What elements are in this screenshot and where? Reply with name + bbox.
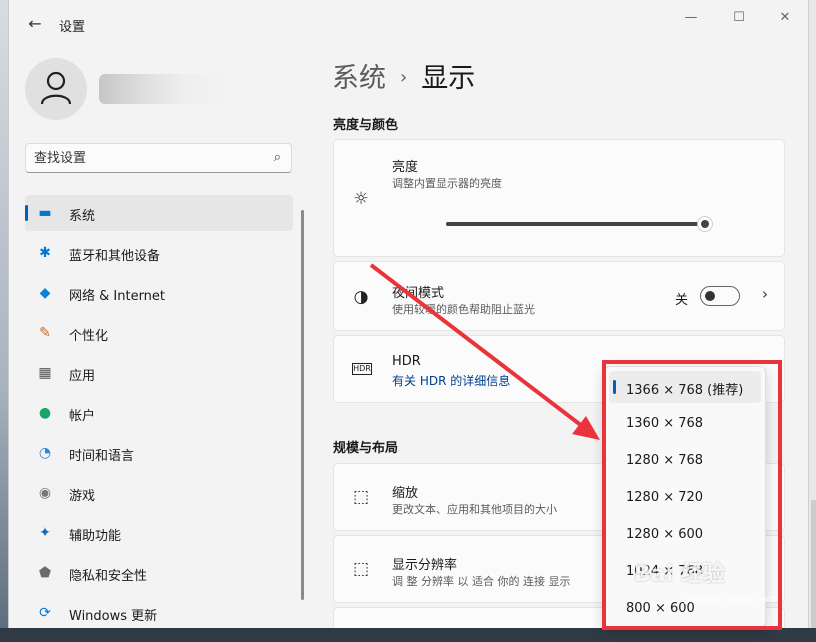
annotation-highlight-box <box>602 360 782 630</box>
watermark-url: jingyan.baidu.com <box>684 594 777 605</box>
watermark-text: Bai 经验 <box>634 562 725 587</box>
